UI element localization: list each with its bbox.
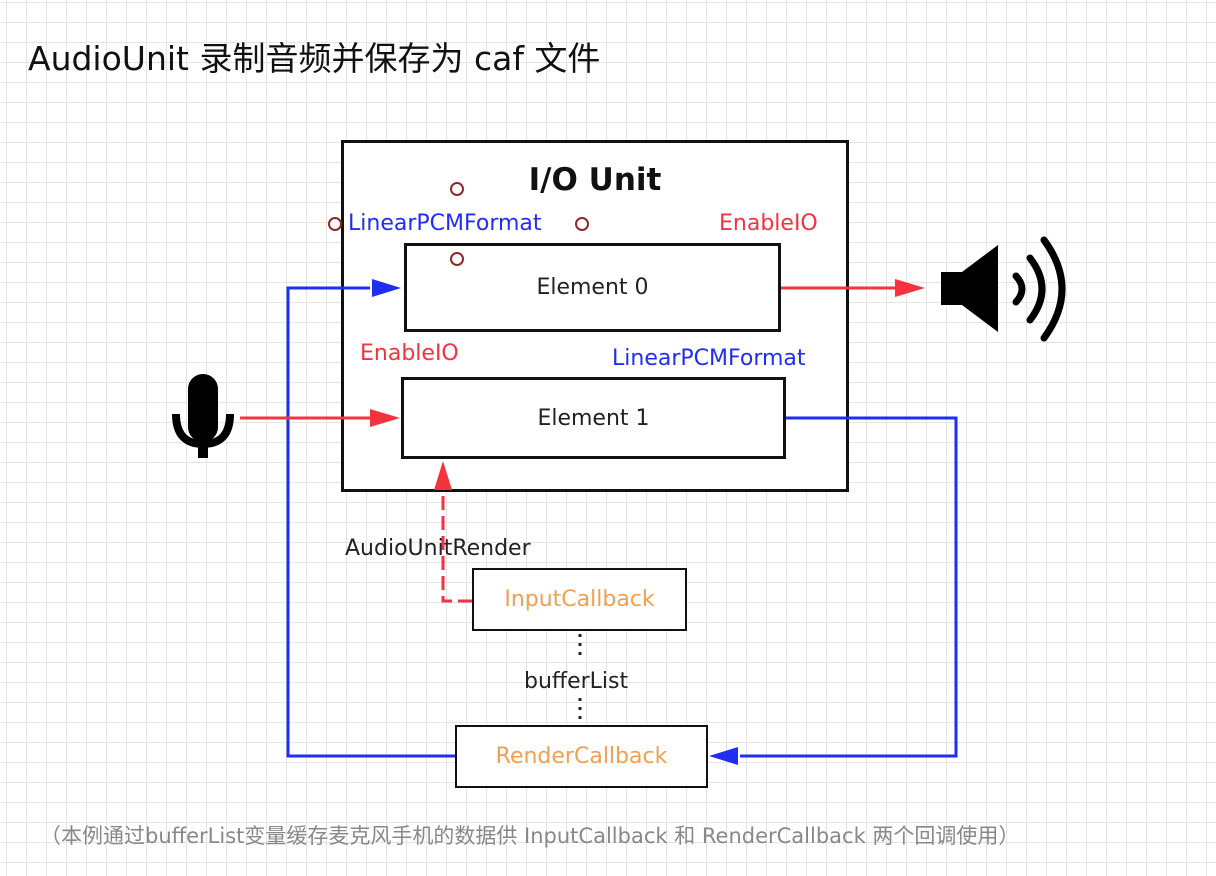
render-callback-box: RenderCallback <box>455 725 708 788</box>
input-callback-label: InputCallback <box>504 587 655 612</box>
buffer-list-label: bufferList <box>524 669 629 694</box>
red-arrowhead-speaker <box>895 279 925 297</box>
element-0-label: Element 0 <box>536 275 649 300</box>
render-callback-label: RenderCallback <box>495 744 668 769</box>
diagram-title: AudioUnit 录制音频并保存为 caf 文件 <box>28 39 601 78</box>
enable-io-label-top: EnableIO <box>719 211 818 236</box>
handle-circle <box>328 217 342 231</box>
input-callback-box: InputCallback <box>472 568 687 631</box>
element-0-box: Element 0 <box>404 243 781 332</box>
element-1-box: Element 1 <box>401 377 786 459</box>
audio-unit-render-label: AudioUnitRender <box>345 536 531 561</box>
enable-io-label-bottom: EnableIO <box>360 341 459 366</box>
io-unit-label: I/O Unit <box>528 162 662 198</box>
linear-pcm-format-label-top: LinearPCMFormat <box>348 211 542 236</box>
footnote: （本例通过bufferList变量缓存麦克风手机的数据供 InputCallba… <box>40 824 1020 848</box>
element-1-label: Element 1 <box>537 405 650 431</box>
microphone-icon <box>172 374 234 458</box>
linear-pcm-format-label-bottom: LinearPCMFormat <box>612 346 806 371</box>
blue-arrowhead-render-callback <box>709 747 738 765</box>
speaker-icon <box>941 236 1066 342</box>
